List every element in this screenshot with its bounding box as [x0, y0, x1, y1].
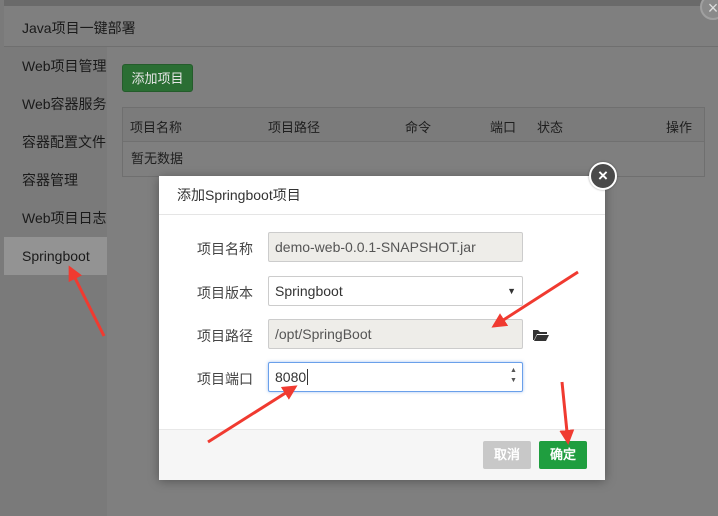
- column-header-actions: 操作: [666, 120, 693, 135]
- sidebar-item-web-container-service[interactable]: Web容器服务: [4, 85, 107, 123]
- add-project-button[interactable]: 添加项目: [122, 64, 193, 92]
- table-empty-message: 暂无数据: [131, 151, 184, 166]
- folder-open-icon[interactable]: [532, 328, 550, 342]
- project-name-label: 项目名称: [197, 241, 253, 257]
- project-path-value: /opt/SpringBoot: [275, 326, 372, 342]
- sidebar-item-springboot[interactable]: Springboot: [4, 237, 107, 275]
- cancel-button[interactable]: 取消: [483, 441, 531, 469]
- column-header-command: 命令: [405, 120, 432, 135]
- column-header-path: 项目路径: [268, 120, 321, 135]
- sidebar-item-container-management[interactable]: 容器管理: [4, 161, 107, 199]
- sidebar-item-container-config[interactable]: 容器配置文件: [4, 123, 107, 161]
- window-title: Java项目一键部署: [22, 20, 136, 36]
- text-cursor: ​: [307, 369, 309, 385]
- add-springboot-dialog: 添加Springboot项目 × 项目名称 demo-web-0.0.1-SNA…: [159, 162, 617, 480]
- project-table: 项目名称 项目路径 命令 端口 状态 操作 暂无数据: [122, 107, 705, 177]
- sidebar: Web项目管理 Web容器服务 容器配置文件 容器管理 Web项目日志 Spri…: [4, 47, 107, 516]
- dialog-title: 添加Springboot项目: [159, 176, 605, 215]
- table-header-row: 项目名称 项目路径 命令 端口 状态 操作: [123, 108, 704, 142]
- project-port-value: 8080: [275, 369, 307, 385]
- confirm-button[interactable]: 确定: [539, 441, 587, 469]
- window-header: Java项目一键部署 ×: [4, 0, 718, 47]
- project-name-field[interactable]: demo-web-0.0.1-SNAPSHOT.jar: [268, 232, 523, 262]
- dialog-footer: 取消 确定: [159, 429, 605, 480]
- sidebar-item-web-project-management[interactable]: Web项目管理: [4, 47, 107, 85]
- sidebar-item-web-project-log[interactable]: Web项目日志: [4, 199, 107, 237]
- column-header-port: 端口: [490, 120, 517, 135]
- spinner-arrows-icon[interactable]: ▲ ▼: [510, 366, 518, 386]
- project-port-label: 项目端口: [197, 371, 253, 387]
- project-port-input[interactable]: 8080​ ▲▼: [268, 362, 523, 392]
- window-close-icon[interactable]: ×: [700, 0, 718, 20]
- column-header-name: 项目名称: [130, 120, 183, 135]
- project-version-value: Springboot: [275, 283, 343, 299]
- project-path-field[interactable]: /opt/SpringBoot: [268, 319, 523, 349]
- project-version-label: 项目版本: [197, 285, 253, 301]
- dialog-close-icon[interactable]: ×: [589, 162, 617, 190]
- project-name-value: demo-web-0.0.1-SNAPSHOT.jar: [275, 239, 476, 255]
- column-header-status: 状态: [537, 120, 564, 135]
- chevron-down-icon: ▼: [507, 286, 516, 296]
- project-path-label: 项目路径: [197, 328, 253, 344]
- project-version-select[interactable]: Springboot ▼: [268, 276, 523, 306]
